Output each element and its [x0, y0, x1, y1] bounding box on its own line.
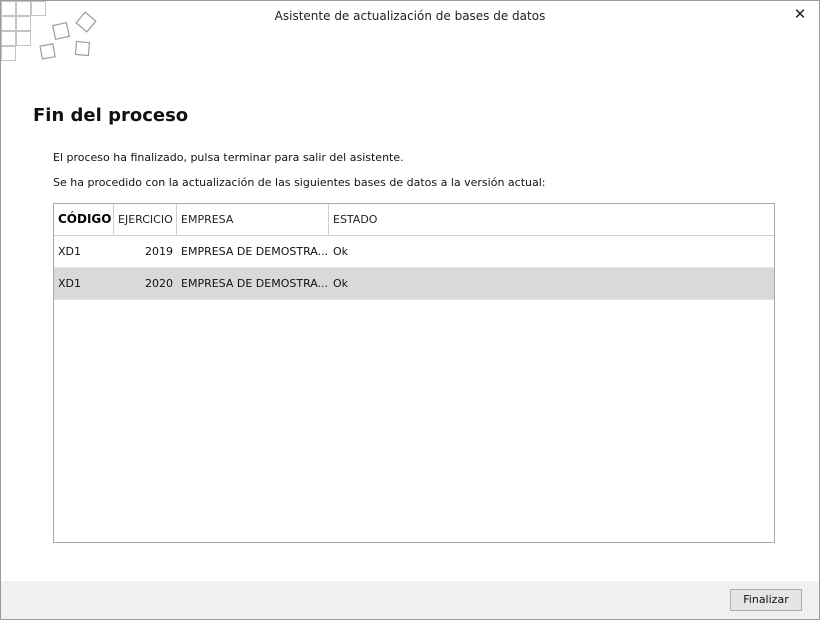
cell-ejercicio: 2019: [145, 245, 173, 258]
finish-button[interactable]: Finalizar: [730, 589, 802, 611]
column-header-estado[interactable]: ESTADO: [329, 204, 774, 235]
cell-estado: Ok: [333, 277, 349, 290]
cell-empresa: EMPRESA DE DEMOSTRA...: [181, 277, 329, 290]
cell-estado: Ok: [333, 245, 349, 258]
column-header-codigo[interactable]: CÓDIGO: [54, 204, 114, 235]
cell-ejercicio: 2020: [145, 277, 173, 290]
table-row-selected[interactable]: XD1 2020 EMPRESA DE DEMOSTRA... Ok: [54, 268, 774, 300]
cell-codigo: XD1: [58, 245, 82, 258]
column-header-empresa[interactable]: EMPRESA: [177, 204, 329, 235]
footer-bar: Finalizar: [1, 581, 819, 619]
finished-message: El proceso ha finalizado, pulsa terminar…: [53, 151, 404, 164]
cell-codigo: XD1: [58, 277, 82, 290]
window-title: Asistente de actualización de bases de d…: [274, 9, 546, 23]
wizard-window: Asistente de actualización de bases de d…: [0, 0, 820, 620]
updated-databases-message: Se ha procedido con la actualización de …: [53, 176, 546, 189]
table-header: CÓDIGO EJERCICIO EMPRESA ESTADO: [54, 204, 774, 236]
close-icon[interactable]: ✕: [789, 4, 811, 24]
column-header-ejercicio[interactable]: EJERCICIO: [114, 204, 177, 235]
table-row[interactable]: XD1 2019 EMPRESA DE DEMOSTRA... Ok: [54, 236, 774, 268]
databases-table[interactable]: CÓDIGO EJERCICIO EMPRESA ESTADO XD1 2019…: [53, 203, 775, 543]
page-title: Fin del proceso: [33, 105, 189, 126]
cell-empresa: EMPRESA DE DEMOSTRA...: [181, 245, 329, 258]
